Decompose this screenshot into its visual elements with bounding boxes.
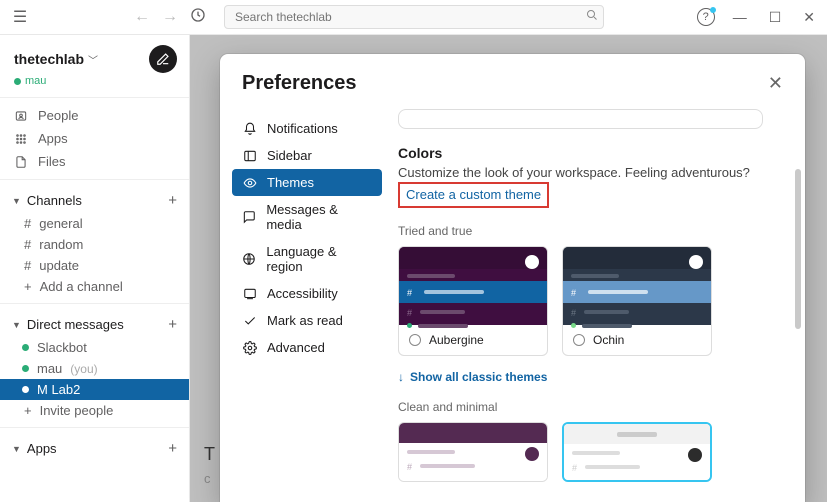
- search-box-placeholder: [398, 109, 763, 129]
- arrow-down-icon: ↓: [398, 370, 404, 384]
- radio-icon: [409, 334, 421, 346]
- colors-title: Colors: [398, 145, 775, 161]
- presence-dot: [14, 78, 21, 85]
- caret-down-icon: ▼: [12, 196, 21, 206]
- workspace-name[interactable]: thetechlab: [14, 51, 84, 67]
- add-channel[interactable]: +Add a channel: [0, 276, 189, 297]
- scrollbar[interactable]: [795, 169, 801, 329]
- channel-general[interactable]: #general: [0, 213, 189, 234]
- pref-nav-sidebar[interactable]: Sidebar: [232, 142, 382, 169]
- apps-header[interactable]: ▼ Apps +: [0, 434, 189, 461]
- accessibility-icon: [242, 286, 257, 301]
- search-wrap[interactable]: [224, 5, 604, 29]
- create-custom-theme-link[interactable]: Create a custom theme: [406, 187, 541, 202]
- invite-people[interactable]: +Invite people: [0, 400, 189, 421]
- nav-forward: →: [158, 8, 182, 26]
- channel-update[interactable]: #update: [0, 255, 189, 276]
- tried-true-label: Tried and true: [398, 224, 775, 238]
- search-input[interactable]: [224, 5, 604, 29]
- theme-card-clean2[interactable]: #: [562, 422, 712, 482]
- window-maximize[interactable]: ☐: [765, 9, 786, 26]
- colors-desc: Customize the look of your workspace. Fe…: [398, 165, 775, 180]
- window-close[interactable]: ✕: [799, 9, 819, 26]
- dm-mau[interactable]: mau (you): [0, 358, 189, 379]
- sidebar-icon: [242, 148, 257, 163]
- chat-icon: [242, 210, 256, 225]
- add-dm-icon[interactable]: +: [168, 316, 177, 333]
- preferences-modal: Preferences ✕ Notifications Sidebar Them…: [220, 54, 805, 502]
- pref-nav-notifications[interactable]: Notifications: [232, 115, 382, 142]
- show-all-themes[interactable]: ↓ Show all classic themes: [398, 370, 775, 384]
- history-icon[interactable]: [186, 7, 210, 28]
- channel-random[interactable]: #random: [0, 234, 189, 255]
- pref-nav-messages[interactable]: Messages & media: [232, 196, 382, 238]
- current-user: mau: [25, 75, 46, 87]
- check-icon: [242, 313, 257, 328]
- channels-header[interactable]: ▼ Channels +: [0, 186, 189, 213]
- add-channel-icon[interactable]: +: [168, 192, 177, 209]
- dm-mlab2[interactable]: M Lab2: [0, 379, 189, 400]
- nav-files[interactable]: Files: [0, 150, 189, 173]
- chevron-down-icon: ﹀: [88, 52, 98, 67]
- dm-header[interactable]: ▼ Direct messages +: [0, 310, 189, 337]
- theme-card-clean1[interactable]: #: [398, 422, 548, 482]
- search-icon: [586, 9, 598, 24]
- window-minimize[interactable]: —: [729, 9, 751, 25]
- bell-icon: [242, 121, 257, 136]
- caret-down-icon: ▼: [12, 444, 21, 454]
- gear-icon: [242, 340, 257, 355]
- pref-nav-language[interactable]: Language & region: [232, 238, 382, 280]
- dm-slackbot[interactable]: Slackbot: [0, 337, 189, 358]
- caret-down-icon: ▼: [12, 320, 21, 330]
- pref-nav-markread[interactable]: Mark as read: [232, 307, 382, 334]
- compose-button[interactable]: [149, 45, 177, 73]
- theme-card-ochin[interactable]: # # Ochin: [562, 246, 712, 356]
- pref-nav-accessibility[interactable]: Accessibility: [232, 280, 382, 307]
- radio-icon: [573, 334, 585, 346]
- globe-icon: [242, 252, 256, 267]
- help-icon[interactable]: ?: [697, 8, 715, 26]
- clean-minimal-label: Clean and minimal: [398, 400, 775, 414]
- eye-icon: [242, 175, 257, 190]
- hamburger-menu[interactable]: ☰: [8, 7, 32, 27]
- pref-nav-themes[interactable]: Themes: [232, 169, 382, 196]
- nav-apps[interactable]: Apps: [0, 127, 189, 150]
- create-theme-highlight: Create a custom theme: [398, 182, 549, 208]
- nav-people[interactable]: People: [0, 104, 189, 127]
- close-icon[interactable]: ✕: [768, 73, 783, 94]
- theme-card-aubergine[interactable]: # # Aubergine: [398, 246, 548, 356]
- pref-nav-advanced[interactable]: Advanced: [232, 334, 382, 361]
- background-content: T c: [204, 440, 215, 490]
- modal-title: Preferences: [242, 72, 357, 95]
- add-app-icon[interactable]: +: [168, 440, 177, 457]
- nav-back[interactable]: ←: [130, 8, 154, 26]
